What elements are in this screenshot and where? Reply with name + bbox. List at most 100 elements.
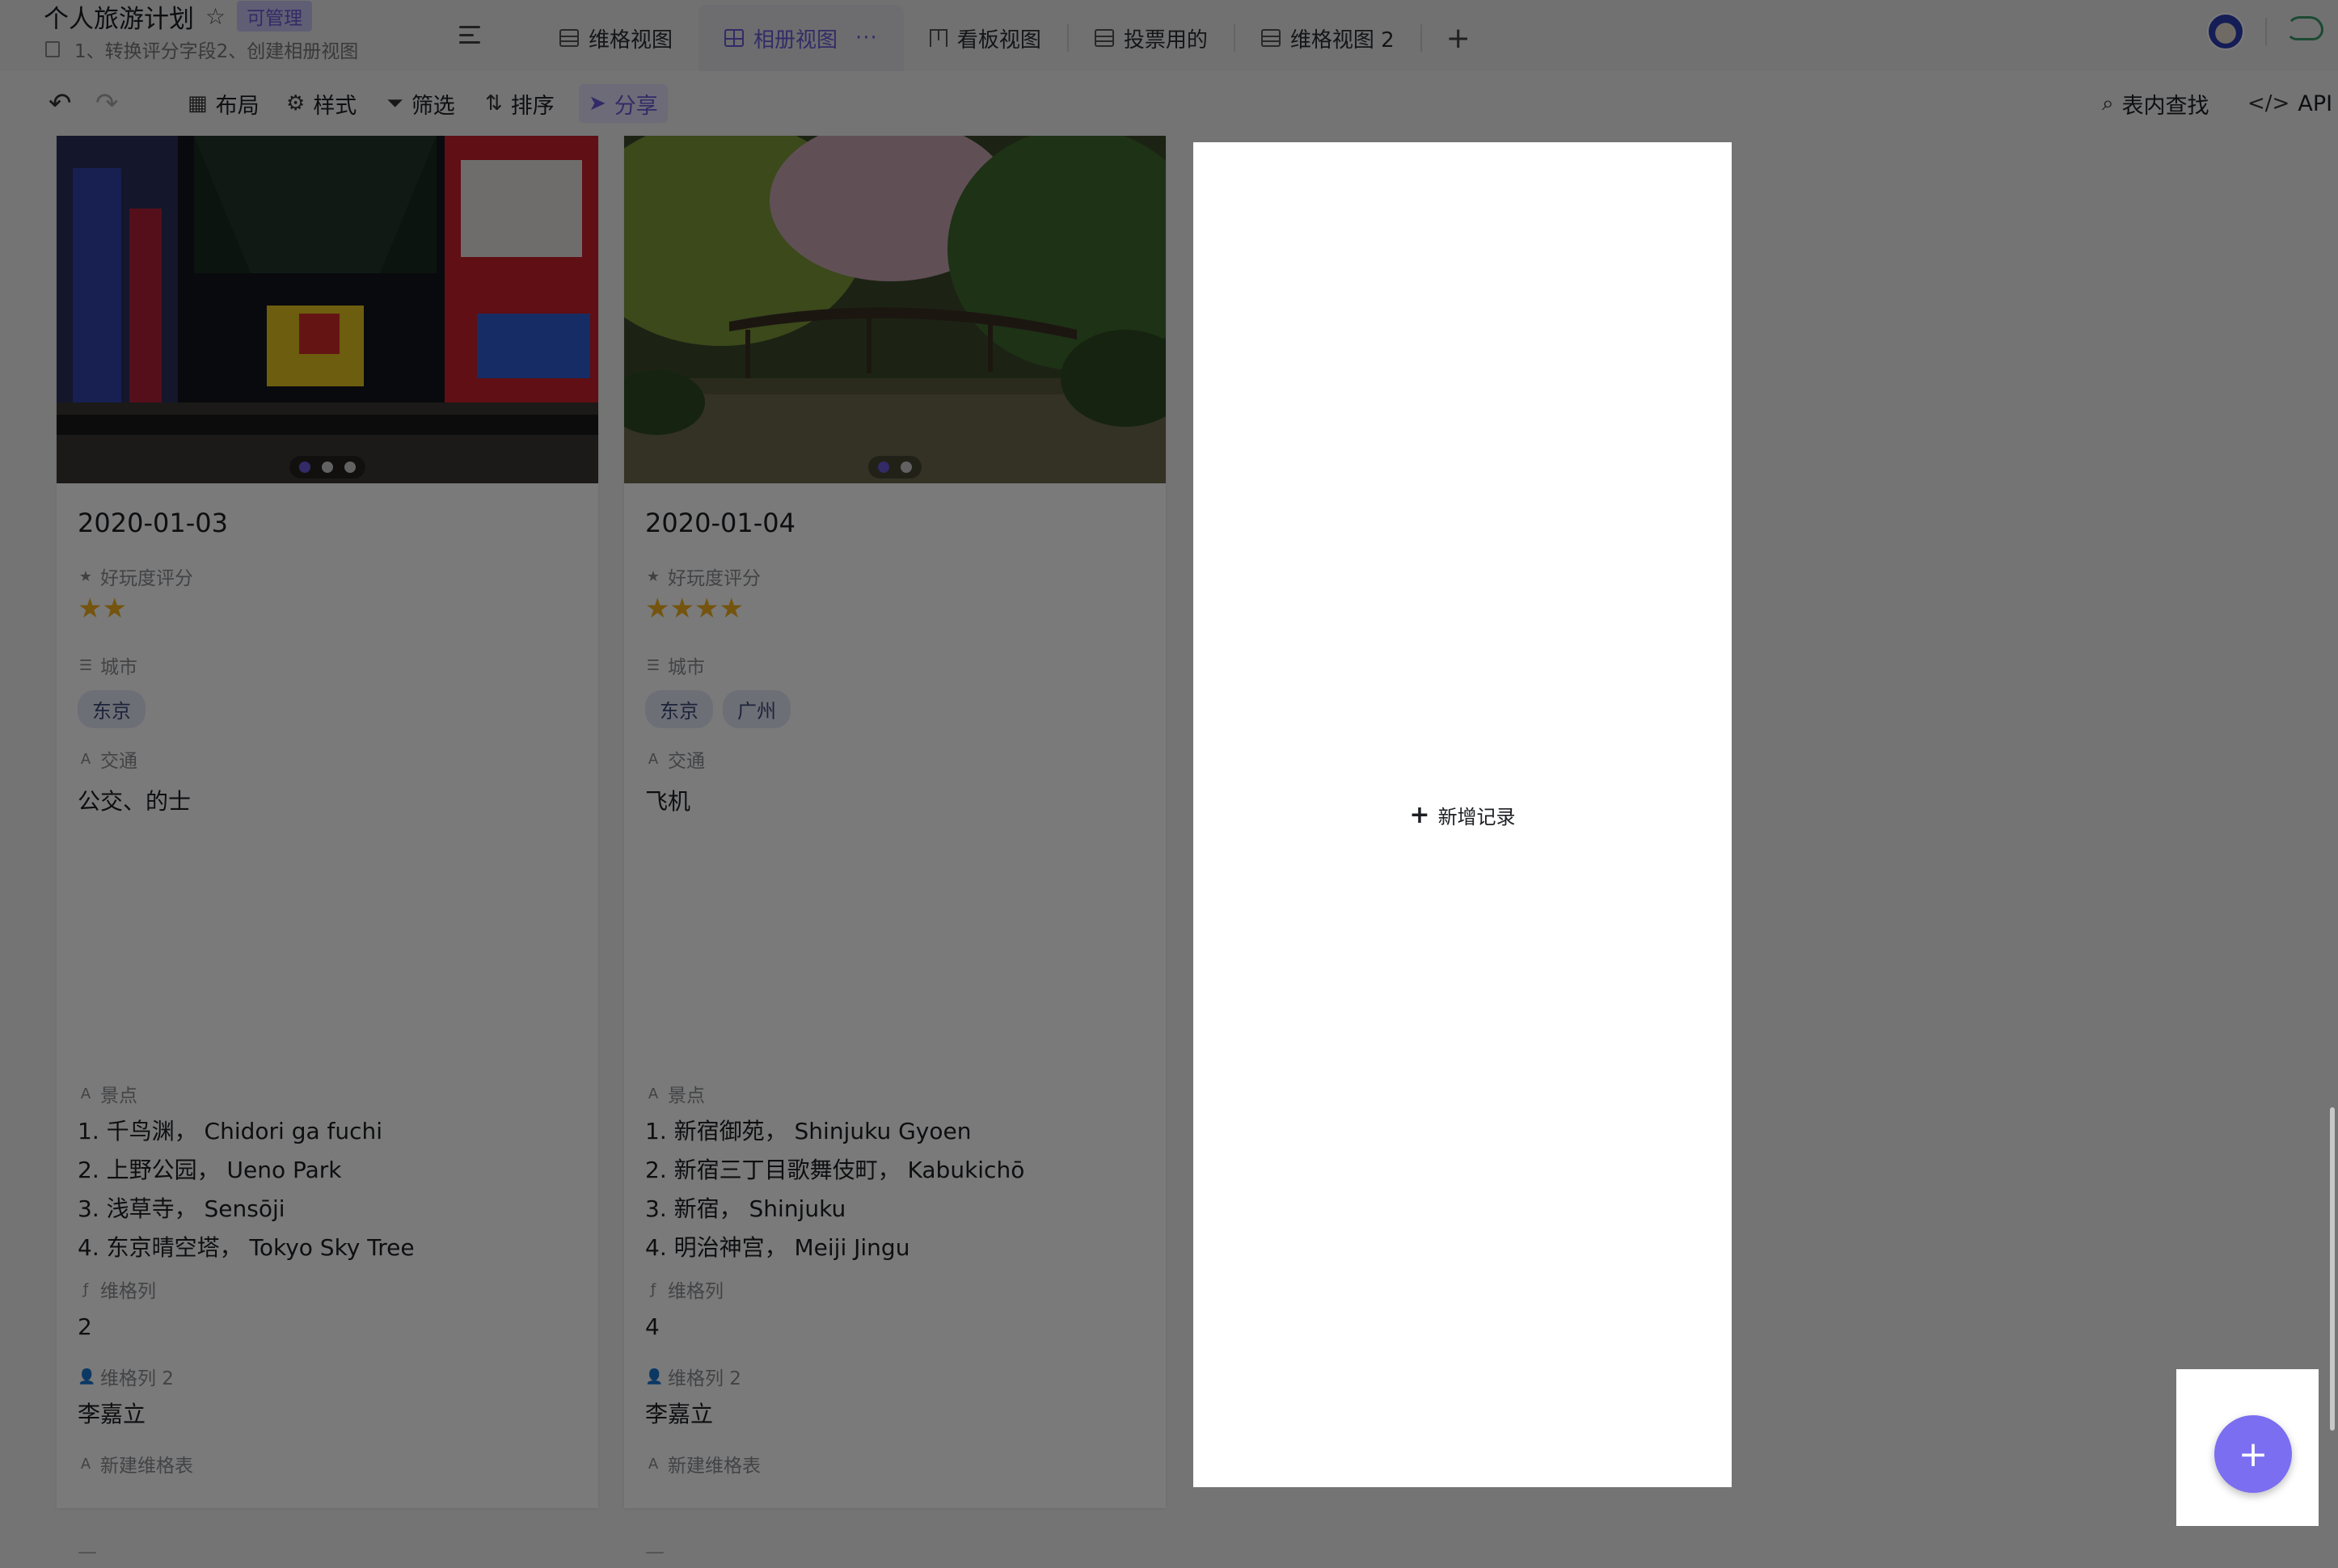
field-label-text: 好玩度评分: [668, 568, 761, 589]
search-button[interactable]: ⌕ 表内查找: [2102, 71, 2209, 136]
rating-stars[interactable]: ★★★★: [645, 595, 744, 622]
plus-icon: +: [1409, 800, 1430, 829]
multi-select-icon: ☰: [78, 656, 93, 674]
album-view-icon: [724, 29, 745, 47]
city-tag: 东京: [645, 690, 713, 728]
share-button[interactable]: ➤ 分享: [579, 84, 668, 123]
rating-stars[interactable]: ★★: [78, 595, 127, 622]
field-label-text: 交通: [100, 751, 137, 772]
record-title: 2020-01-04: [645, 508, 796, 538]
formula-icon: ƒ: [82, 1280, 89, 1298]
scrollbar[interactable]: [2330, 1107, 2335, 1431]
field-label-text: 维格列: [668, 1281, 724, 1302]
field-label-text: 景点: [668, 1085, 705, 1106]
style-label: 样式: [313, 93, 357, 119]
record-card[interactable]: 2020-01-04 ★ 好玩度评分 ★★★★ ☰ 城市 东京 广州 A 交通 飞机 A…: [624, 136, 1166, 1563]
text-field-icon: A: [80, 750, 91, 768]
spot-line: 3. 浅草寺， Sensōji: [78, 1195, 285, 1222]
tab-kanban-view[interactable]: 看板视图: [904, 5, 1067, 71]
sort-button[interactable]: ⇅ 排序: [485, 71, 555, 136]
field-label-text: 新建维格表: [100, 1456, 193, 1477]
transport-value: 飞机: [645, 788, 691, 815]
field-label-rating: ★ 好玩度评分: [645, 563, 761, 590]
layout-button[interactable]: ▦ 布局: [188, 71, 260, 136]
view-toolbar: ↶ ↷ ▦ 布局 ⚙ 样式 ⏷ 筛选 ⇅ 排序 ➤ 分享 ⌕ 表内查找 </> …: [0, 71, 2338, 136]
city-tag: 广州: [723, 690, 791, 728]
field-label-city: ☰ 城市: [78, 651, 137, 679]
text-field-icon: A: [648, 750, 659, 768]
share-label: 分享: [614, 93, 658, 119]
cover-photo: [624, 136, 1166, 483]
tab-label: 相册视图: [753, 27, 838, 53]
field-label-transport: A 交通: [645, 745, 705, 773]
field-label-text: 维格列: [100, 1281, 156, 1302]
doc-description-text: 1、转换评分字段2、创建相册视图: [74, 41, 359, 62]
field-label-text: 城市: [668, 657, 705, 678]
spot-line: 3. 新宿， Shinjuku: [645, 1195, 846, 1222]
app-header: 个人旅游计划 ☆ 可管理 1、转换评分字段2、创建相册视图 维格视图 相册视图 …: [0, 0, 2338, 71]
field-label-text: 交通: [668, 751, 705, 772]
spot-line: 1. 新宿御苑， Shinjuku Gyoen: [645, 1118, 972, 1144]
formula-value: 2: [78, 1313, 92, 1340]
image-pager[interactable]: [289, 456, 365, 478]
cover-image-akihabara-night[interactable]: [57, 136, 598, 483]
kanban-view-icon: [929, 29, 947, 47]
tab-label: 维格视图 2: [1289, 27, 1395, 53]
member-icon: 👤: [78, 1368, 96, 1385]
field-label-spots: A 景点: [78, 1080, 137, 1107]
layout-grid-icon: ▦: [188, 91, 208, 116]
sort-icon: ⇅: [485, 91, 503, 116]
add-view-button[interactable]: +: [1422, 5, 1495, 71]
layout-label: 布局: [215, 93, 260, 119]
tab-vote-view[interactable]: 投票用的: [1069, 5, 1234, 71]
user-avatar[interactable]: [2207, 13, 2244, 50]
search-label: 表内查找: [2121, 93, 2209, 119]
field-label-new-sheet: A 新建维格表: [645, 1450, 761, 1477]
city-tags: 东京 广州: [645, 690, 800, 728]
grid-view-icon: [559, 29, 579, 47]
add-record-card[interactable]: + 新增记录: [1195, 144, 1730, 1486]
view-list-menu-icon[interactable]: [459, 26, 480, 44]
cover-image-garden-bridge[interactable]: [624, 136, 1166, 483]
member-icon: 👤: [645, 1368, 664, 1385]
undo-icon[interactable]: ↶: [49, 87, 72, 120]
redo-icon[interactable]: ↷: [95, 87, 119, 120]
sync-cloud-icon[interactable]: [2286, 16, 2323, 40]
text-field-icon: A: [648, 1455, 659, 1473]
record-card[interactable]: 2020-01-03 ★ 好玩度评分 ★★ ☰ 城市 东京 A 交通 公交、的士 A景…: [57, 136, 598, 1563]
favorite-star-icon[interactable]: ☆: [205, 3, 226, 30]
api-label: API: [2298, 91, 2333, 116]
image-pager[interactable]: [868, 456, 922, 478]
permission-badge: 可管理: [237, 1, 313, 32]
api-button[interactable]: </> API: [2247, 71, 2332, 136]
header-divider: [2265, 18, 2267, 45]
add-record-label: 新增记录: [1437, 805, 1516, 828]
field-label-city: ☰ 城市: [645, 651, 705, 679]
tab-grid-view-2[interactable]: 维格视图 2: [1235, 5, 1420, 71]
sort-label: 排序: [510, 93, 555, 119]
city-tag: 东京: [78, 690, 146, 728]
formula-icon: ƒ: [650, 1280, 656, 1298]
filter-button[interactable]: ⏷ 筛选: [386, 71, 455, 136]
filter-icon: ⏷: [386, 91, 403, 116]
gear-icon: ⚙: [286, 91, 306, 116]
star-field-icon: ★: [78, 567, 93, 585]
member-value: 李嘉立: [645, 1401, 714, 1427]
field-label-formula: ƒ 维格列: [78, 1275, 156, 1303]
tab-album-view[interactable]: 相册视图 ···: [698, 5, 904, 71]
spot-line: 2. 上野公园， Ueno Park: [78, 1157, 342, 1183]
field-label-transport: A 交通: [78, 745, 137, 773]
style-button[interactable]: ⚙ 样式: [286, 71, 357, 136]
doc-title-row: 个人旅游计划 ☆ 可管理: [44, 0, 313, 35]
tab-more-icon[interactable]: ···: [855, 26, 878, 50]
text-field-icon: A: [80, 1085, 91, 1102]
doc-title[interactable]: 个人旅游计划: [44, 0, 194, 35]
multi-select-icon: ☰: [646, 656, 660, 674]
spot-line: 4. 东京晴空塔， Tokyo Sky Tree: [78, 1234, 415, 1261]
grid-view-icon: [1094, 29, 1114, 47]
tab-grid-view[interactable]: 维格视图: [534, 5, 698, 71]
field-label-text: 维格列 2: [100, 1368, 174, 1389]
empty-value: —: [78, 1541, 97, 1563]
doc-description[interactable]: 1、转换评分字段2、创建相册视图: [45, 36, 358, 63]
add-record-fab[interactable]: +: [2214, 1415, 2292, 1493]
